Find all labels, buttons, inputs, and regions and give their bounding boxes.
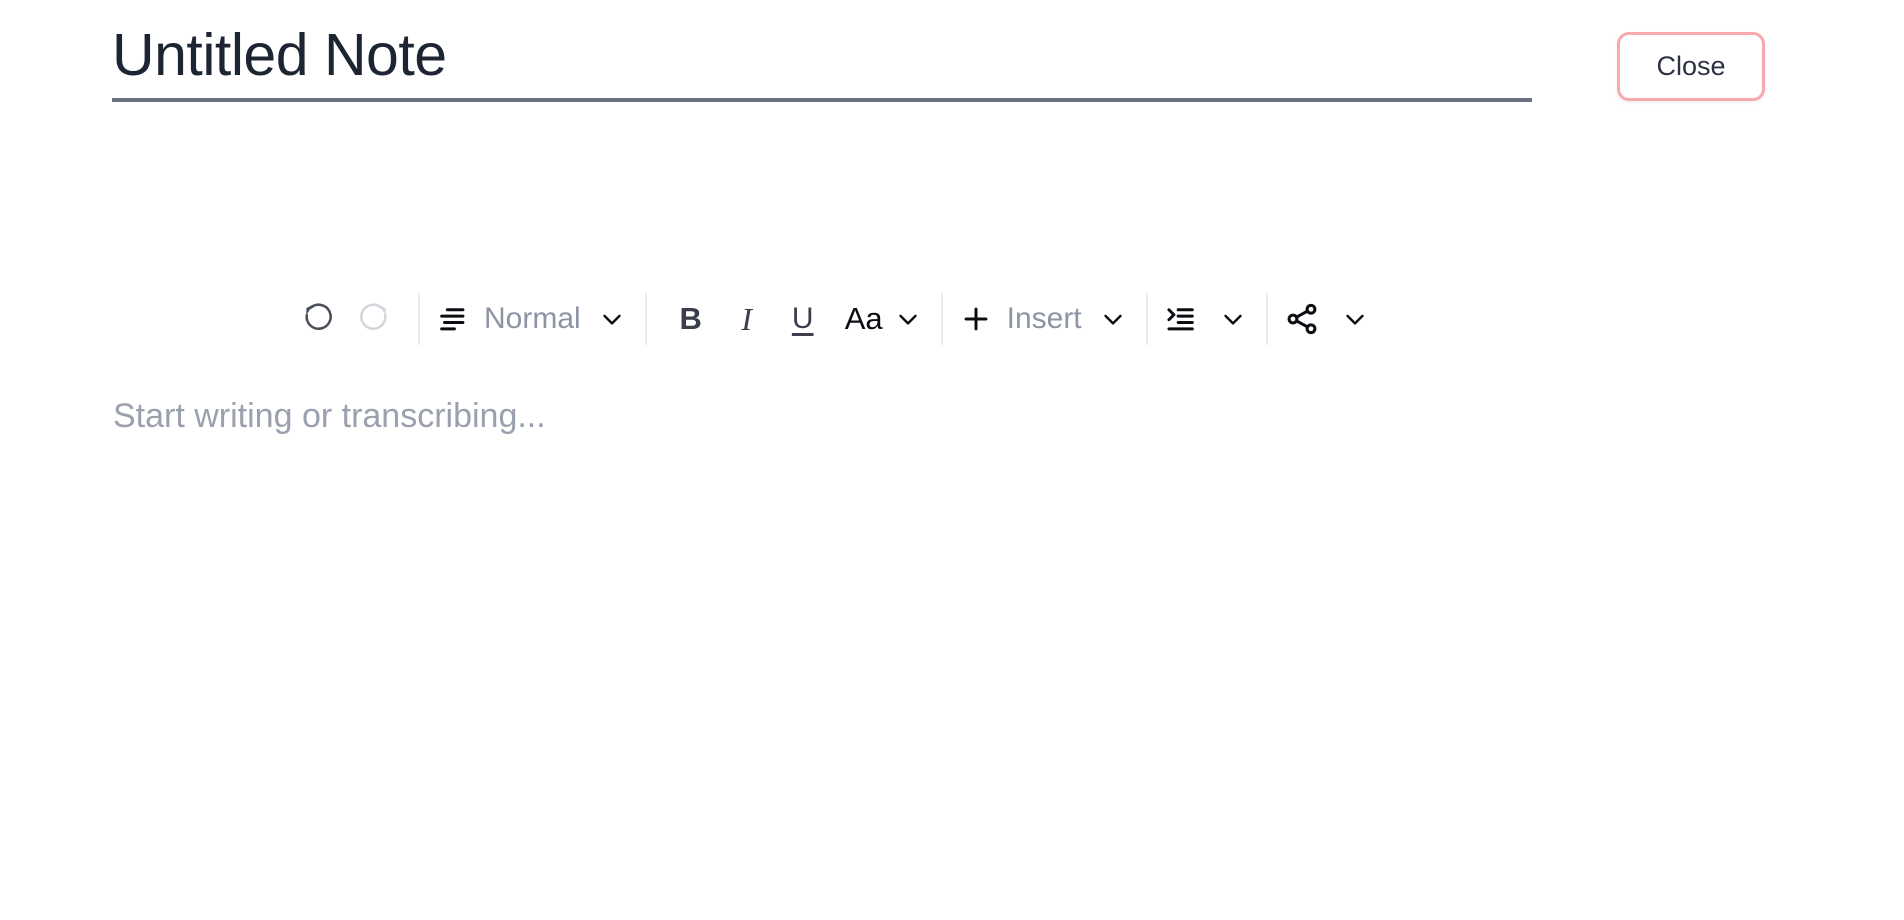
toolbar-group-share [1284,288,1372,350]
note-header: Untitled Note Close [0,0,1904,130]
block-style-label: Normal [484,302,581,335]
chevron-down-icon [1096,302,1130,336]
paragraph-align-icon [436,302,470,336]
toolbar-divider [418,293,420,345]
indent-dropdown[interactable] [1164,288,1250,350]
page-title[interactable]: Untitled Note [112,18,1532,92]
editor-toolbar: Normal B I U Aa Insert [290,288,1372,350]
undo-button[interactable] [290,288,346,350]
toolbar-divider [1265,293,1268,345]
block-style-dropdown[interactable]: Normal [436,288,629,350]
toolbar-divider [644,293,647,345]
redo-icon [356,300,392,339]
editor-placeholder: Start writing or transcribing... [113,397,546,435]
bold-button[interactable]: B [663,288,719,350]
indent-increase-icon [1164,302,1198,336]
toolbar-group-text-format: B I U Aa [663,288,925,350]
insert-dropdown[interactable]: Insert [959,288,1130,350]
chevron-down-icon [1216,302,1250,336]
insert-label: Insert [1006,302,1082,335]
italic-button[interactable]: I [719,288,775,350]
toolbar-group-history [290,288,402,350]
note-title-field[interactable]: Untitled Note [112,18,1532,102]
italic-icon: I [741,300,753,337]
underline-button[interactable]: U [775,288,831,350]
undo-icon [300,300,336,339]
close-button[interactable]: Close [1617,32,1765,101]
underline-icon: U [791,302,814,335]
toolbar-group-insert: Insert [959,288,1130,350]
font-size-dropdown[interactable]: Aa [845,288,925,350]
toolbar-group-indent [1164,288,1250,350]
note-editor[interactable]: Start writing or transcribing... [113,392,1813,872]
plus-icon [959,302,993,336]
chevron-down-icon [595,302,629,336]
font-size-icon: Aa [844,301,883,336]
bold-icon: B [679,301,702,336]
chevron-down-icon [1338,302,1372,336]
chevron-down-icon [891,302,925,336]
toolbar-group-block-style: Normal [436,288,629,350]
toolbar-divider [1145,293,1148,345]
toolbar-divider [940,293,943,345]
redo-button[interactable] [346,288,402,350]
share-network-icon [1284,301,1320,337]
share-dropdown[interactable] [1284,288,1372,350]
